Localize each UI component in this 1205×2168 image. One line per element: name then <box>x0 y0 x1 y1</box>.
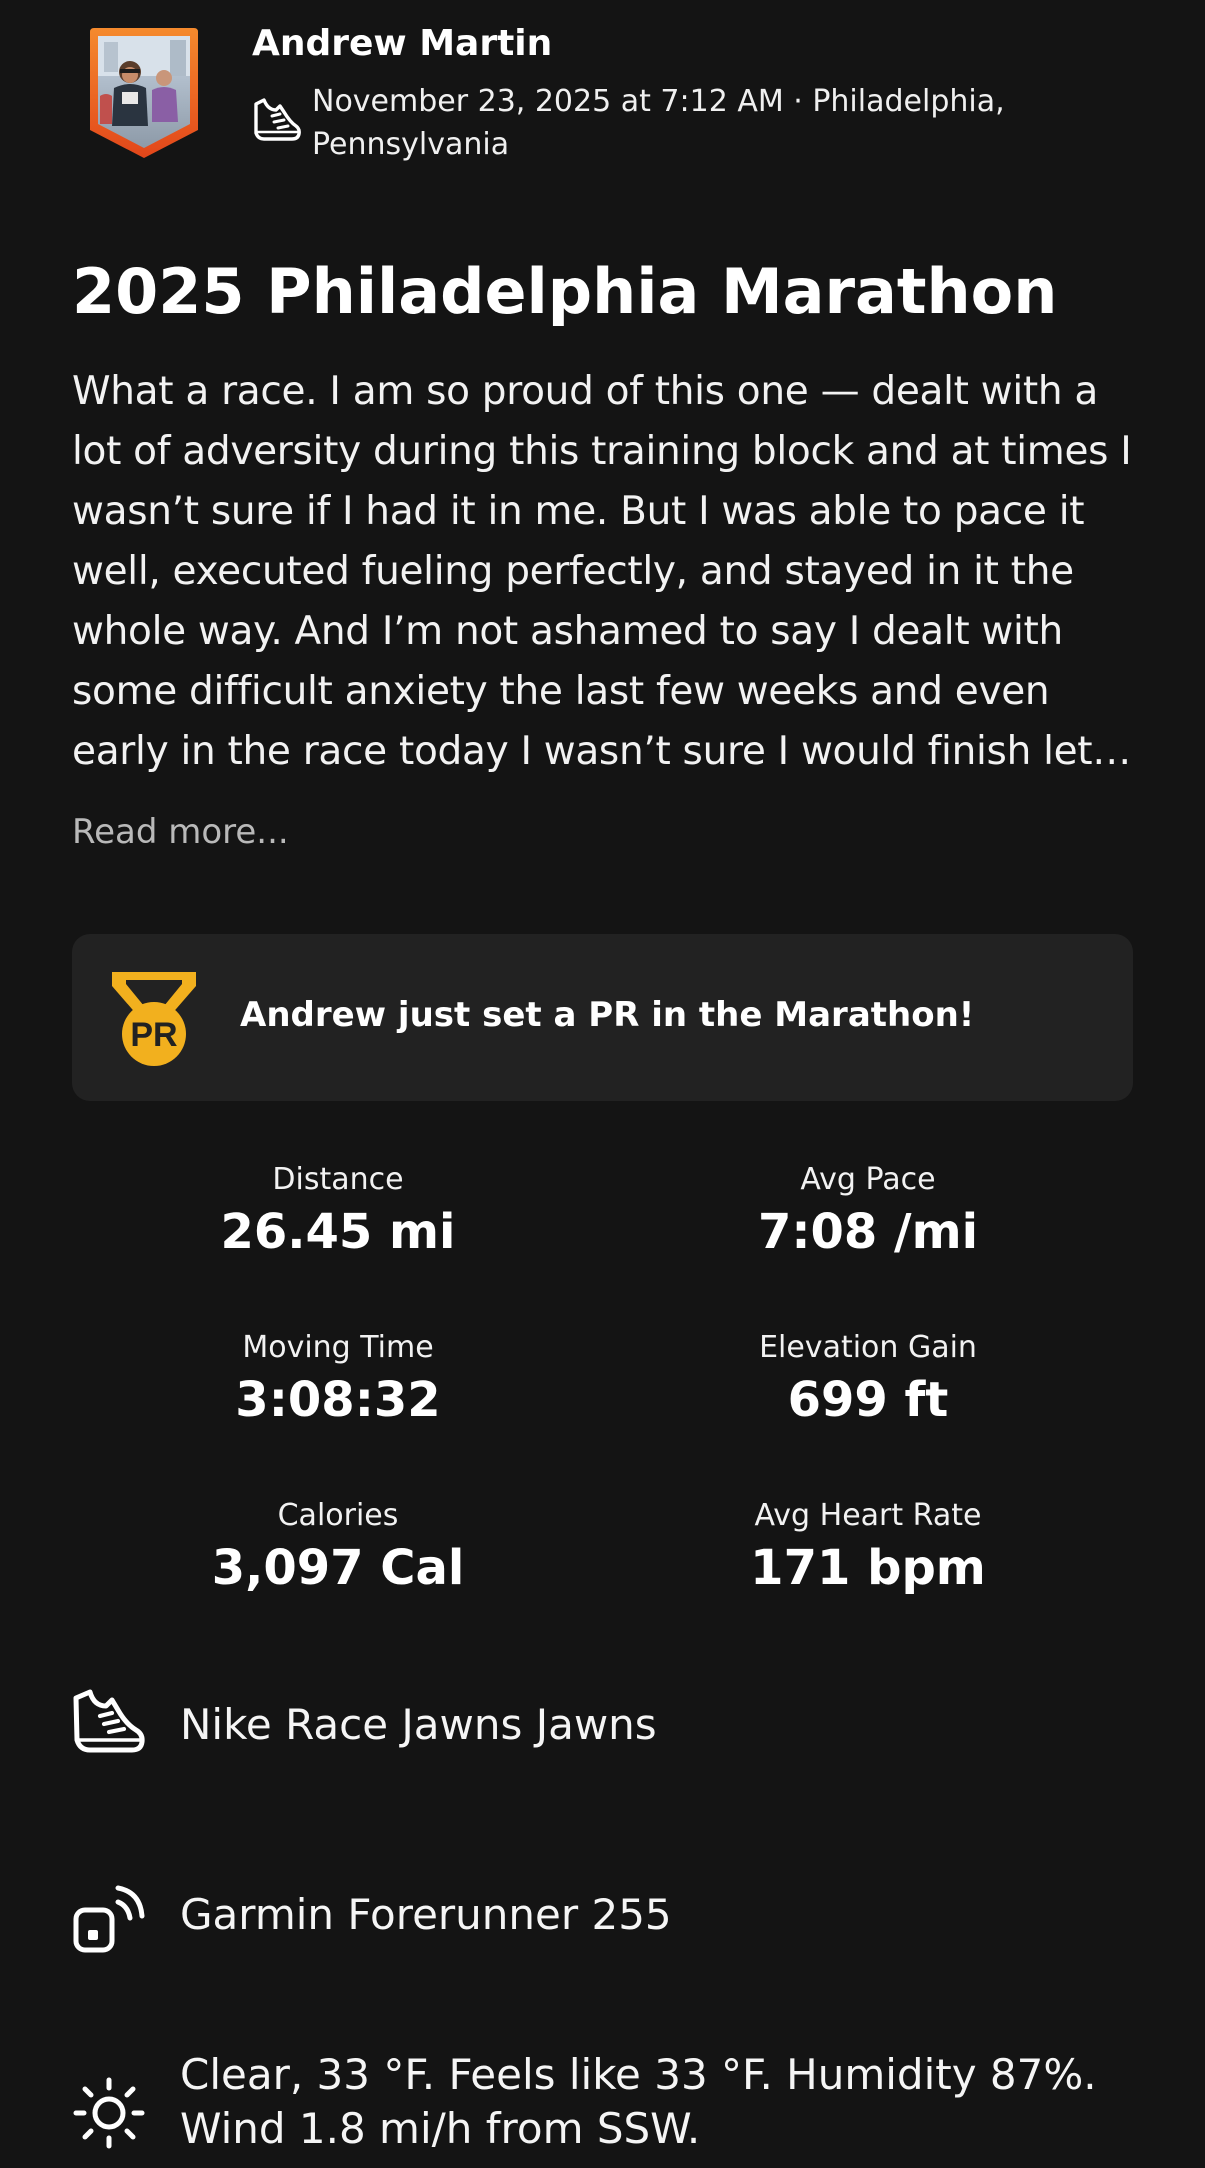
stat-avg-heart-rate: Avg Heart Rate 171 bpm <box>628 1496 1108 1600</box>
pr-badge-text: PR <box>130 1016 177 1054</box>
weather-summary: Clear, 33 °F. Feels like 33 °F. Humidity… <box>180 2050 1097 2153</box>
gear-row[interactable]: Nike Race Jawns Jawns <box>72 1688 1172 1762</box>
stat-label: Avg Heart Rate <box>754 1498 982 1533</box>
stat-label: Moving Time <box>242 1330 434 1365</box>
weather-row: Clear, 33 °F. Feels like 33 °F. Humidity… <box>72 2048 1172 2168</box>
pr-achievement-text: Andrew just set a PR in the Marathon! <box>240 995 975 1035</box>
stat-value: 699 ft <box>787 1372 949 1428</box>
activity-header: Andrew Martin November 23, 2025 at 7:12 … <box>0 0 1205 180</box>
activity-title: 2025 Philadelphia Marathon <box>72 255 1058 328</box>
read-more-link[interactable]: Read more... <box>72 808 289 856</box>
stat-label: Elevation Gain <box>759 1330 977 1365</box>
stat-value: 7:08 /mi <box>757 1204 979 1260</box>
pr-achievement-card[interactable]: PR Andrew just set a PR in the Marathon! <box>72 934 1133 1101</box>
sun-icon <box>72 2076 146 2150</box>
stat-elevation-gain: Elevation Gain 699 ft <box>628 1328 1108 1432</box>
shoe-icon <box>72 1688 146 1762</box>
stat-value: 3:08:32 <box>235 1372 441 1428</box>
device-name: Garmin Forerunner 255 <box>180 1890 672 1939</box>
stat-avg-pace: Avg Pace 7:08 /mi <box>628 1160 1108 1264</box>
activity-date-location: November 23, 2025 at 7:12 AM · Philadelp… <box>312 84 1005 162</box>
avatar-badge-icon <box>90 28 198 158</box>
device-icon <box>72 1880 146 1954</box>
stat-label: Calories <box>277 1498 399 1533</box>
device-row[interactable]: Garmin Forerunner 255 <box>72 1880 1172 1954</box>
stat-moving-time: Moving Time 3:08:32 <box>98 1328 578 1432</box>
stat-label: Distance <box>272 1162 404 1197</box>
shoe-icon <box>250 96 302 144</box>
stat-label: Avg Pace <box>800 1162 936 1197</box>
athlete-name[interactable]: Andrew Martin <box>252 20 552 68</box>
stat-value: 26.45 mi <box>220 1204 456 1260</box>
pr-medal-icon: PR <box>108 968 200 1068</box>
stat-distance: Distance 26.45 mi <box>98 1160 578 1264</box>
gear-name: Nike Race Jawns Jawns <box>180 1700 657 1749</box>
avatar[interactable] <box>82 26 206 162</box>
stat-value: 3,097 Cal <box>211 1540 465 1596</box>
stat-calories: Calories 3,097 Cal <box>98 1496 578 1600</box>
activity-description: What a race. I am so proud of this one —… <box>72 369 1132 774</box>
stat-value: 171 bpm <box>750 1540 986 1596</box>
